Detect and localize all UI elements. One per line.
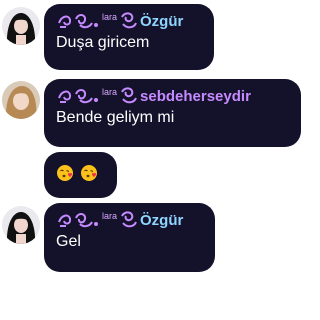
message-bubble[interactable]: lara sebdeherseydir Bende geliym mi [44, 79, 301, 147]
message-text: Gel [56, 233, 81, 250]
message-header: lara Özgür [56, 209, 203, 231]
author-small-name: lara [102, 211, 118, 221]
user-avatar-sebdeherseydir[interactable] [2, 81, 40, 119]
message-bubble[interactable]: lara Özgür Duşa giricem [44, 4, 214, 70]
message-bubble[interactable] [44, 152, 117, 198]
author-name[interactable]: Özgür [140, 13, 183, 30]
author-small-name: lara [102, 87, 118, 97]
swirl-decoration-icon [56, 210, 100, 230]
kissing-face-with-heart-icon [80, 164, 98, 182]
author-name[interactable]: sebdeherseydir [140, 88, 251, 105]
message-text: Bende geliym mi [56, 109, 175, 126]
message-text: Duşa giricem [56, 34, 150, 51]
swirl-decoration-icon [119, 11, 139, 31]
swirl-decoration-icon [56, 11, 100, 31]
user-avatar-ozgur[interactable] [2, 7, 40, 45]
swirl-decoration-icon [119, 210, 139, 230]
message-bubble[interactable]: lara Özgür Gel [44, 203, 215, 272]
user-avatar-ozgur[interactable] [2, 206, 40, 244]
kissing-face-with-heart-icon [56, 164, 74, 182]
swirl-decoration-icon [56, 86, 100, 106]
chat-area: lara Özgür Duşa giricem lara sebdehersey… [0, 0, 305, 320]
message-header: lara Özgür [56, 10, 202, 32]
message-header: lara sebdeherseydir [56, 85, 289, 107]
author-name[interactable]: Özgür [140, 212, 183, 229]
author-small-name: lara [102, 12, 118, 22]
swirl-decoration-icon [119, 86, 139, 106]
